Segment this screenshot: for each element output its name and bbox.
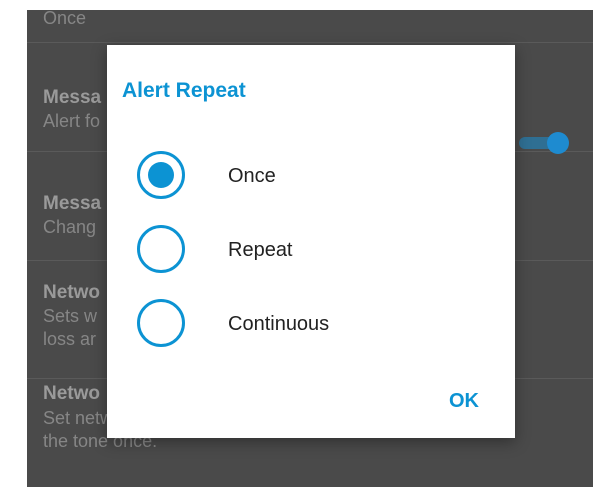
setting-title: Netwo <box>43 383 100 404</box>
dialog-title: Alert Repeat <box>122 79 246 102</box>
radio-button-selected[interactable] <box>137 151 185 199</box>
alert-repeat-dialog: Alert Repeat Once Repeat Continuous OK <box>107 45 515 438</box>
message-alert-toggle[interactable] <box>519 132 569 154</box>
option-continuous[interactable]: Continuous <box>137 299 497 353</box>
option-label: Repeat <box>228 239 293 261</box>
option-repeat[interactable]: Repeat <box>137 225 497 279</box>
setting-summary: Chang <box>43 217 97 237</box>
radio-selected-dot <box>148 162 174 188</box>
option-once[interactable]: Once <box>137 151 497 205</box>
setting-title: Netwo <box>43 282 100 303</box>
option-label: Once <box>228 165 276 187</box>
toggle-thumb <box>547 132 569 154</box>
ok-button[interactable]: OK <box>449 389 479 413</box>
setting-summary: Alert fo <box>43 111 101 131</box>
setting-row-alert-repeat[interactable]: Once <box>27 10 593 43</box>
radio-button[interactable] <box>137 225 185 273</box>
setting-title: Messa <box>43 193 102 214</box>
option-label: Continuous <box>228 313 330 335</box>
setting-summary: Once <box>43 10 87 28</box>
radio-button[interactable] <box>137 299 185 347</box>
setting-title: Messa <box>43 87 102 108</box>
